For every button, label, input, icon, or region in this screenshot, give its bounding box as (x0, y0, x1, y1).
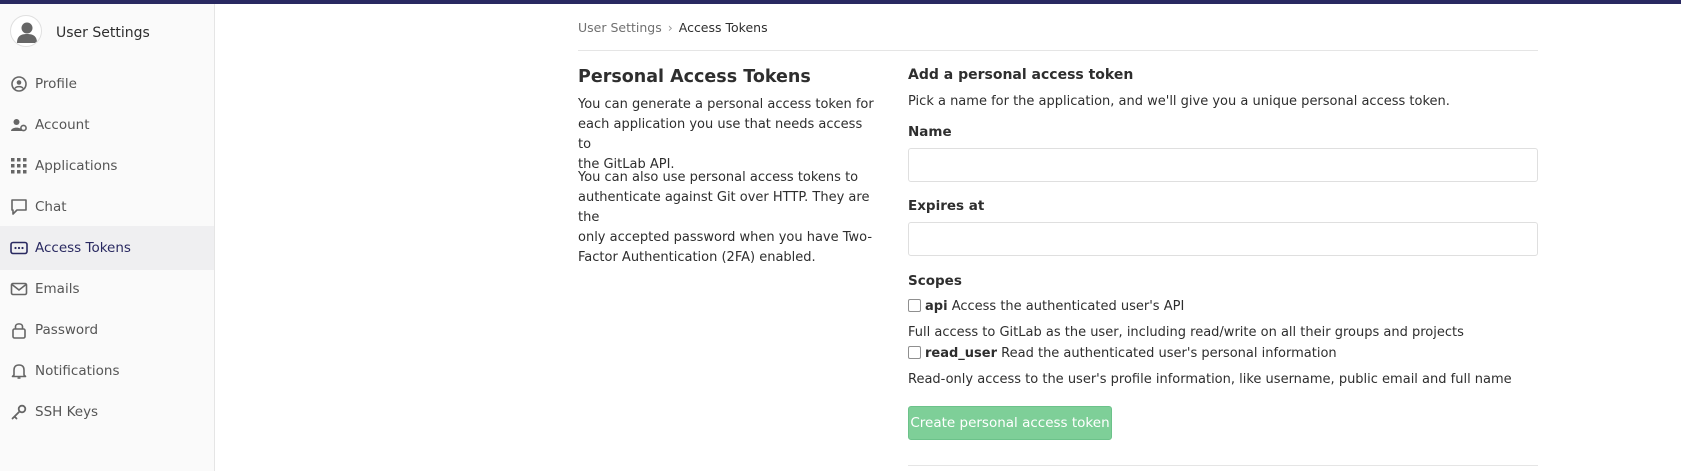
account-icon (11, 119, 27, 132)
sidebar-title: User Settings (56, 25, 150, 41)
avatar (10, 15, 42, 47)
breadcrumb-parent-link[interactable]: User Settings (578, 20, 662, 35)
sidebar-item-label: Account (35, 117, 90, 133)
sidebar-item-access-tokens[interactable]: Access Tokens (0, 226, 214, 270)
scope-api-row: api Access the authenticated user's API (908, 299, 1184, 314)
key-icon (11, 404, 27, 420)
user-avatar-icon (17, 22, 37, 43)
sidebar-header[interactable]: User Settings (0, 4, 215, 62)
sidebar-item-label: Notifications (35, 363, 120, 379)
sidebar-item-emails[interactable]: Emails (0, 267, 214, 311)
intro-line: each application you use that needs acce… (578, 117, 863, 152)
scope-name: api (925, 299, 948, 314)
email-icon (10, 282, 28, 296)
sidebar-item-label: Password (35, 322, 99, 338)
token-icon (10, 241, 28, 255)
scope-api-help: Full access to GitLab as the user, inclu… (908, 325, 1464, 340)
sidebar-item-password[interactable]: Password (0, 308, 214, 352)
page-title: Personal Access Tokens (578, 67, 811, 87)
breadcrumb-current[interactable]: Access Tokens (679, 20, 768, 35)
sidebar-item-label: Emails (35, 281, 80, 297)
scope-title: Access the authenticated user's API (951, 299, 1185, 314)
intro-line: You can generate a personal access token… (578, 97, 874, 112)
scope-read-user-row: read_user Read the authenticated user's … (908, 346, 1337, 361)
chat-icon (11, 199, 27, 215)
scope-title: Read the authenticated user's personal i… (1001, 346, 1337, 361)
intro-paragraph: You can generate a personal access token… (578, 95, 878, 175)
name-label: Name (908, 124, 952, 140)
sidebar-item-profile[interactable]: Profile (0, 62, 214, 106)
sidebar-item-label: Applications (35, 158, 118, 174)
info-line: only accepted password when you have Two… (578, 230, 873, 245)
divider (908, 465, 1538, 466)
divider (578, 50, 1538, 51)
form-heading: Add a personal access token (908, 67, 1134, 83)
sidebar-item-notifications[interactable]: Notifications (0, 349, 214, 393)
info-line: Factor Authentication (2FA) enabled. (578, 250, 816, 265)
api-scope-checkbox[interactable] (908, 299, 921, 312)
breadcrumb: User Settings › Access Tokens (578, 20, 768, 35)
expires-at-input[interactable] (908, 222, 1538, 256)
bell-icon (11, 364, 27, 379)
breadcrumb-separator: › (667, 20, 673, 35)
info-paragraph: You can also use personal access tokens … (578, 168, 878, 268)
profile-icon (11, 76, 27, 92)
top-bar (0, 0, 1681, 4)
info-line: You can also use personal access tokens … (578, 170, 859, 185)
name-input[interactable] (908, 148, 1538, 182)
scope-read-user-help: Read-only access to the user's profile i… (908, 372, 1512, 387)
scope-name: read_user (925, 346, 998, 361)
read-user-scope-checkbox[interactable] (908, 346, 921, 359)
sidebar-item-label: Access Tokens (35, 240, 131, 256)
info-line: authenticate against Git over HTTP. They… (578, 190, 870, 225)
sidebar-item-label: Chat (35, 199, 67, 215)
expires-label: Expires at (908, 198, 985, 214)
sidebar-item-chat[interactable]: Chat (0, 185, 214, 229)
sidebar-item-label: Profile (35, 76, 77, 92)
sidebar: User Settings Profile Account Applicatio… (0, 4, 215, 471)
scopes-label: Scopes (908, 273, 962, 289)
applications-icon (11, 158, 27, 174)
sidebar-item-ssh-keys[interactable]: SSH Keys (0, 390, 214, 434)
sidebar-item-applications[interactable]: Applications (0, 144, 214, 188)
form-description: Pick a name for the application, and we'… (908, 94, 1450, 109)
sidebar-item-label: SSH Keys (35, 404, 99, 420)
lock-icon (12, 323, 26, 339)
sidebar-item-account[interactable]: Account (0, 103, 214, 147)
create-token-button[interactable]: Create personal access token (908, 406, 1112, 440)
